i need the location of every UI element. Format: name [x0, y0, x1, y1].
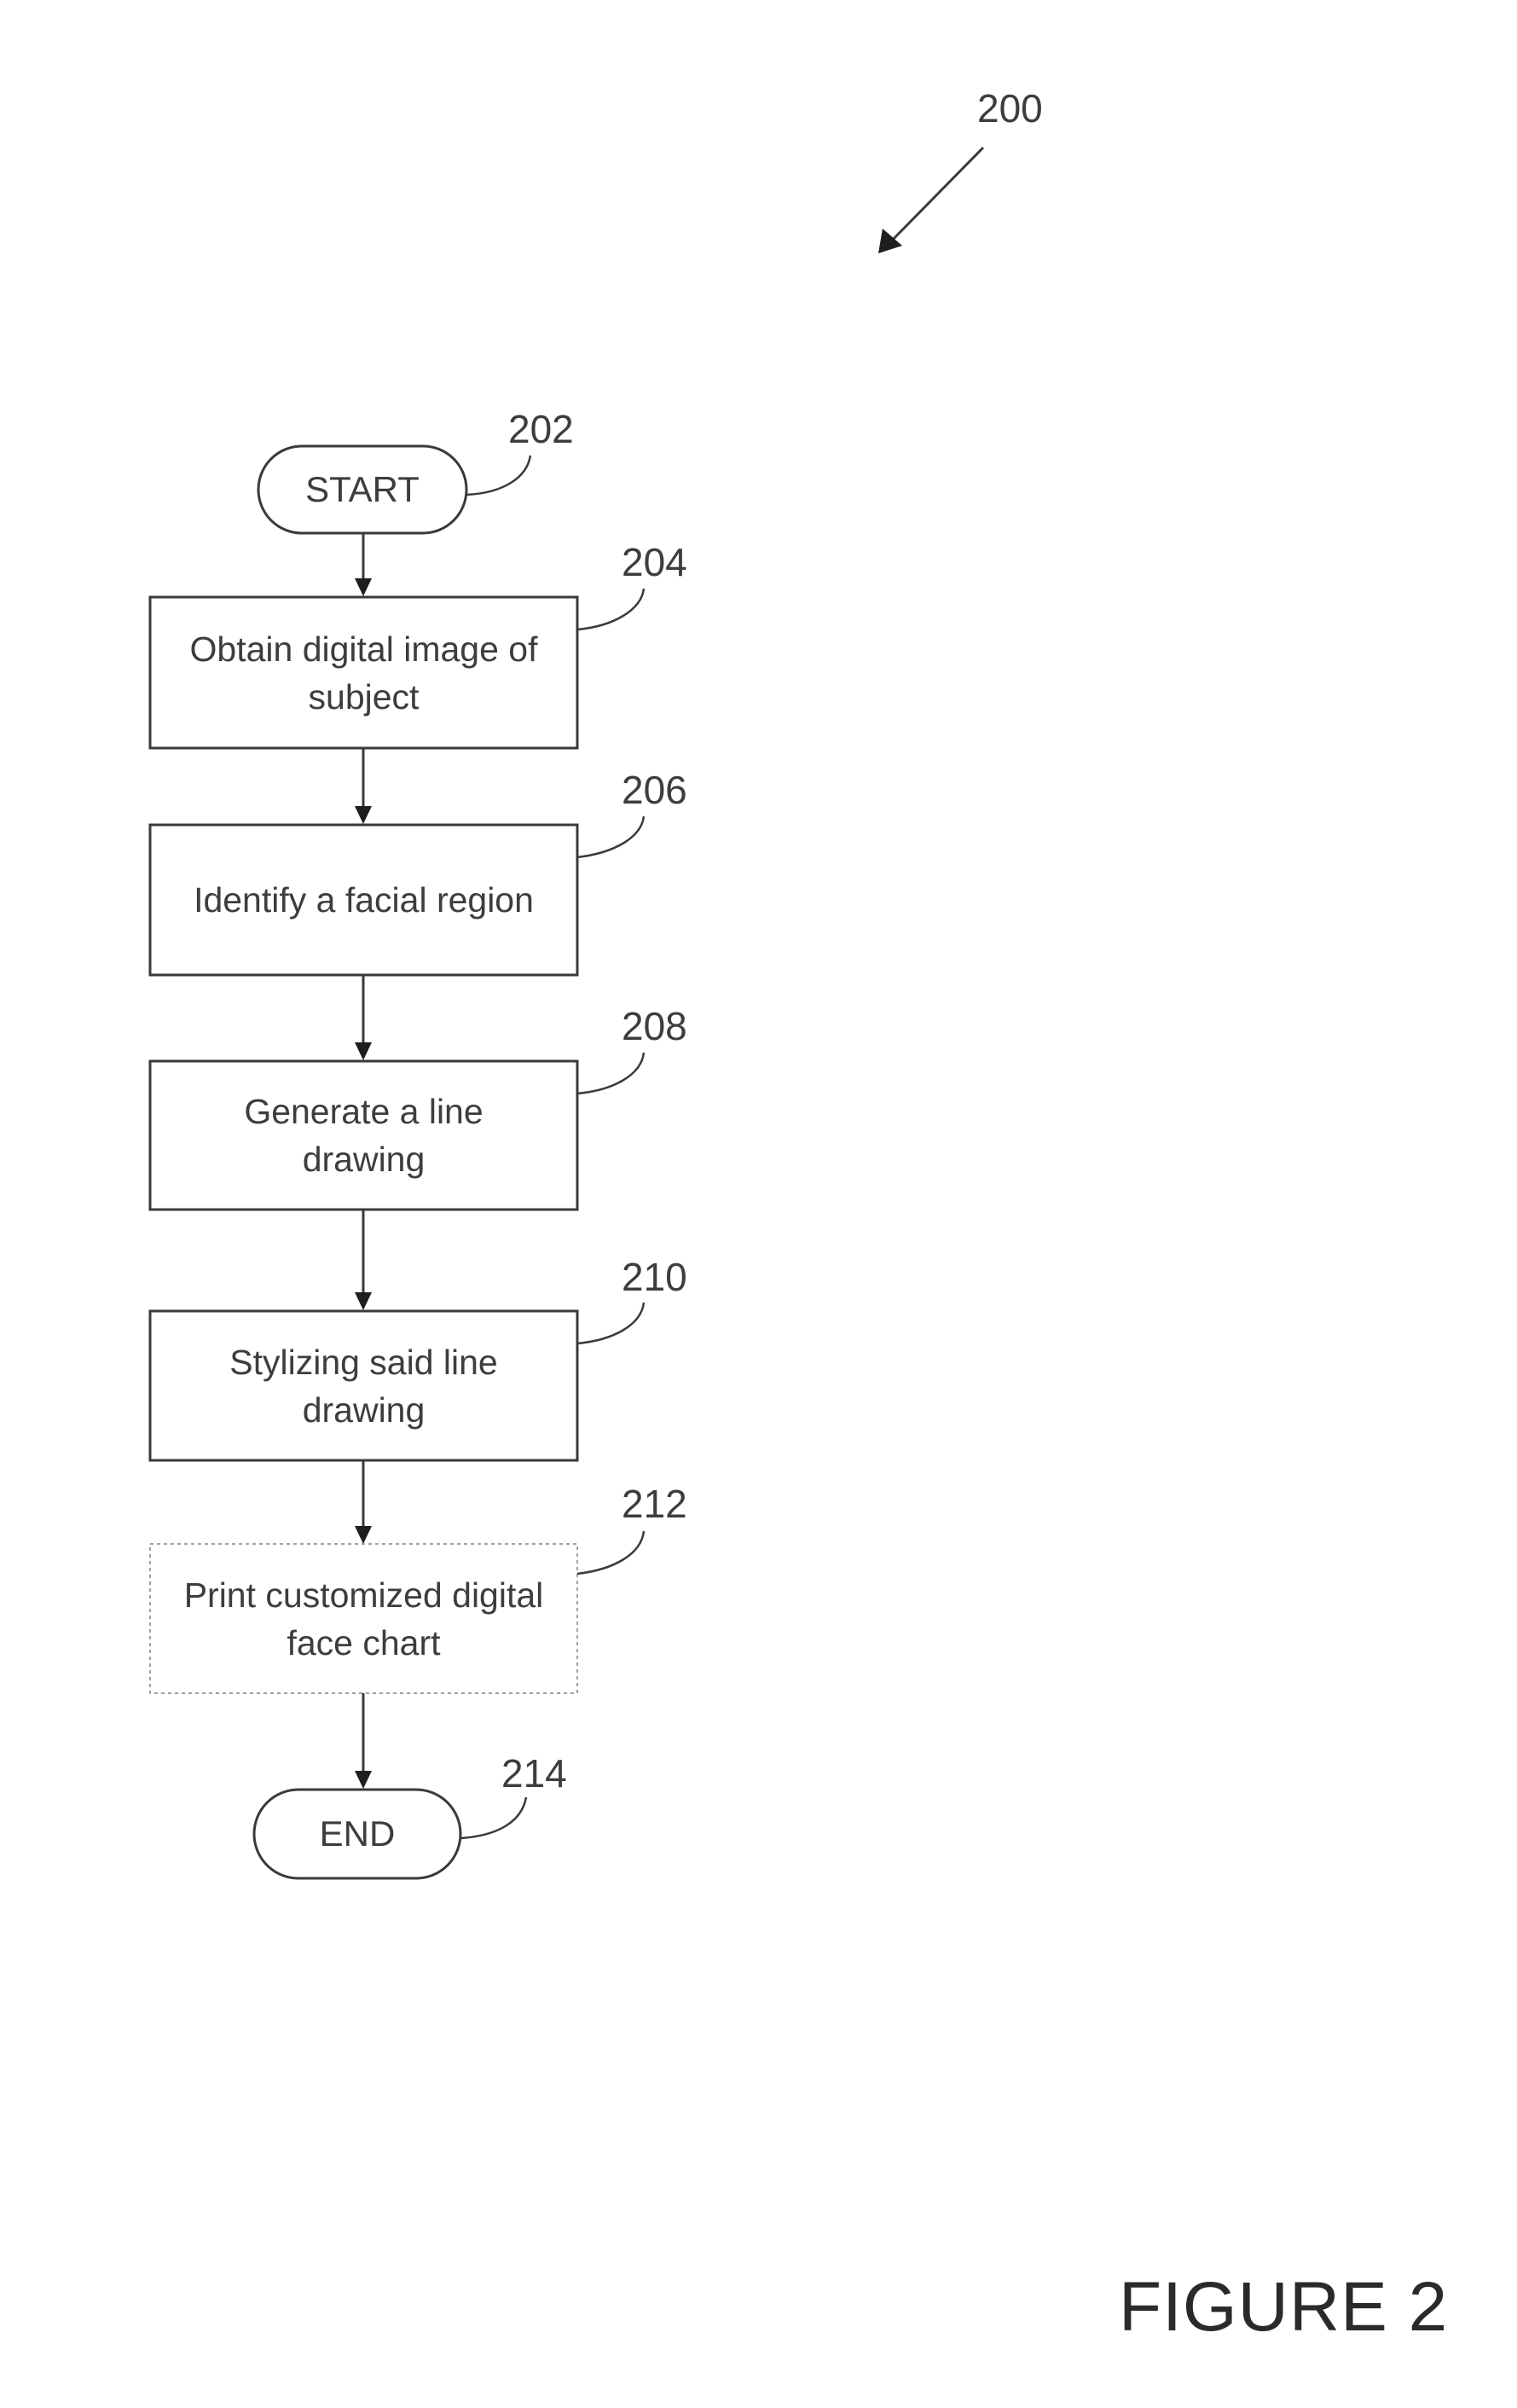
process-text-212: Print customized digital face chart: [183, 1575, 544, 1662]
flow-arrowhead-208-210: [355, 1292, 372, 1310]
figure-reference-label: 200: [977, 86, 1043, 131]
process-text-204: Obtain digital image of subject: [189, 629, 538, 717]
process-text-206: Identify a facial region: [194, 880, 534, 920]
ref-label-206: 206: [622, 768, 687, 812]
ref-label-202: 202: [508, 407, 574, 451]
start-terminal-text: START: [305, 469, 420, 509]
ref-label-210: 210: [622, 1255, 687, 1299]
flow-arrowhead-210-212: [355, 1526, 372, 1544]
leader-line-202: [466, 455, 532, 496]
flow-arrowhead-206-208: [355, 1042, 372, 1060]
ref-label-204: 204: [622, 540, 687, 584]
leader-line-210: [576, 1302, 646, 1345]
flow-arrowhead-202-204: [355, 578, 372, 596]
flow-arrowhead-204-206: [355, 806, 372, 824]
ref-label-212: 212: [622, 1482, 687, 1526]
leader-line-204: [576, 588, 646, 631]
figure-reference-arrow: [885, 146, 985, 247]
leader-line-214: [460, 1796, 528, 1840]
ref-label-208: 208: [622, 1004, 687, 1048]
leader-line-212: [576, 1530, 646, 1575]
process-text-210: Stylizing said line drawing: [229, 1342, 498, 1430]
end-terminal-text: END: [319, 1813, 396, 1854]
process-text-208: Generate a line drawing: [244, 1092, 483, 1179]
leader-line-208: [576, 1052, 646, 1095]
figure-caption: FIGURE 2: [1119, 2268, 1449, 2346]
flow-arrowhead-212-214: [355, 1771, 372, 1789]
ref-label-214: 214: [501, 1751, 567, 1796]
leader-line-206: [576, 815, 646, 859]
